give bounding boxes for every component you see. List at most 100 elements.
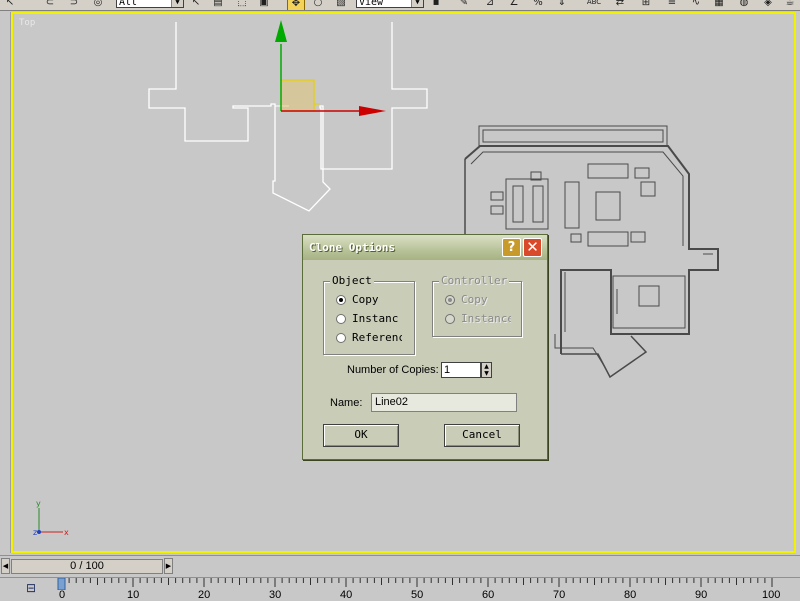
align-icon[interactable]: ⊞ — [640, 0, 652, 9]
chevron-down-icon: ▼ — [171, 0, 183, 7]
name-input[interactable]: Line02 — [371, 393, 517, 412]
manipulate-icon[interactable]: ✎ — [458, 0, 470, 9]
schematic-view-icon[interactable]: ▦ — [712, 0, 726, 9]
material-editor-icon[interactable]: ◍ — [738, 0, 750, 9]
selected-line-shape[interactable] — [148, 22, 428, 212]
ruler-label: 70 — [553, 589, 566, 601]
snap-icon[interactable]: ⊿ — [484, 0, 496, 9]
ruler-label: 10 — [127, 589, 140, 601]
gizmo-y-arrow[interactable] — [275, 20, 287, 42]
ruler-label: 0 — [59, 589, 66, 601]
radio-indicator — [336, 314, 346, 324]
close-icon: ✕ — [526, 238, 539, 256]
axis-y-label: y — [36, 499, 41, 508]
time-slider-value: 0 / 100 — [70, 560, 104, 572]
main-toolbar: ↖ ⊂ ⊃ ◎ All ▼ ↖ ▤ ⬚ ▣ ✥ ○ ▧ View ▼ ▪ ✎ ⊿… — [0, 0, 800, 11]
radio-label: Instance — [461, 312, 511, 325]
named-selection-icon[interactable]: ABC — [584, 0, 604, 9]
spinner-up-icon[interactable]: ▲ — [482, 363, 491, 370]
ruler-label: 90 — [695, 589, 708, 601]
track-bar-icon[interactable]: ⊟ — [22, 581, 40, 599]
name-label: Name: — [330, 397, 363, 409]
radio-indicator — [336, 333, 346, 343]
spinner-snap-icon[interactable]: ⇕ — [556, 0, 568, 9]
object-reference-radio[interactable]: Reference — [336, 331, 402, 345]
ruler-label: 40 — [340, 589, 353, 601]
axis-z-label: z — [33, 528, 37, 537]
selection-filter-value: All — [119, 0, 138, 8]
controller-copy-radio: Copy — [445, 293, 503, 307]
radio-indicator — [445, 314, 455, 324]
radio-label: Reference — [352, 331, 402, 344]
cancel-button-label: Cancel — [462, 428, 502, 441]
object-group: Object Copy Instance Reference — [323, 274, 415, 355]
gizmo-x-arrow[interactable] — [359, 106, 386, 116]
name-value: Line02 — [375, 396, 409, 408]
radio-label: Copy — [352, 293, 379, 306]
ruler-label: 50 — [411, 589, 424, 601]
axis-tripod: y x z — [33, 499, 69, 537]
angle-snap-icon[interactable]: ∠ — [508, 0, 520, 9]
object-copy-radio[interactable]: Copy — [336, 293, 398, 307]
render-icon[interactable]: ☕ — [784, 0, 796, 9]
object-instance-radio[interactable]: Instance — [336, 312, 398, 326]
scale-icon[interactable]: ▧ — [334, 0, 348, 9]
controller-group: Controller Copy Instance — [432, 274, 522, 337]
ruler-label: 80 — [624, 589, 637, 601]
object-group-legend: Object — [330, 274, 374, 287]
curve-editor-icon[interactable]: ∿ — [690, 0, 702, 9]
next-frame-icon[interactable]: ▶ — [164, 558, 173, 574]
region-select-icon[interactable]: ⬚ — [236, 0, 248, 9]
radio-indicator — [445, 295, 455, 305]
ok-button[interactable]: OK — [323, 424, 399, 447]
radio-indicator — [336, 295, 346, 305]
track-bar[interactable]: ⊟ 0 10 20 30 40 50 60 70 80 90 100 — [0, 577, 800, 601]
window-crossing-icon[interactable]: ▣ — [258, 0, 270, 9]
layer-icon[interactable]: ≡ — [666, 0, 678, 9]
controller-group-legend: Controller — [439, 274, 510, 287]
number-of-copies-spinner[interactable]: ▲ ▼ — [481, 362, 492, 378]
gizmo-plane-handle[interactable] — [280, 79, 315, 112]
ruler-label: 20 — [198, 589, 211, 601]
controller-instance-radio: Instance — [445, 312, 511, 326]
help-icon: ? — [507, 240, 516, 255]
axis-x-label: x — [64, 528, 69, 537]
number-of-copies-value: 1 — [444, 364, 451, 376]
track-ruler-ticks — [57, 578, 773, 590]
spinner-down-icon[interactable]: ▼ — [482, 370, 491, 377]
prev-frame-icon[interactable]: ◀ — [1, 558, 10, 574]
reference-coord-value: View — [359, 0, 384, 8]
close-button[interactable]: ✕ — [523, 238, 542, 257]
left-scrollbar[interactable] — [0, 12, 11, 553]
cancel-button[interactable]: Cancel — [444, 424, 520, 447]
time-slider-bar: ◀ 0 / 100 ▶ — [0, 555, 800, 577]
ok-button-label: OK — [354, 428, 368, 441]
pivot-icon[interactable]: ▪ — [428, 0, 444, 9]
select-by-name-icon[interactable]: ▤ — [212, 0, 224, 9]
ruler-label: 30 — [269, 589, 282, 601]
render-setup-icon[interactable]: ◈ — [762, 0, 774, 9]
percent-snap-icon[interactable]: % — [532, 0, 544, 9]
time-slider[interactable]: 0 / 100 — [11, 559, 163, 574]
select-object-icon[interactable]: ↖ — [190, 0, 202, 9]
help-button[interactable]: ? — [502, 238, 521, 257]
ruler-label: 60 — [482, 589, 495, 601]
dialog-title-bar[interactable]: Clone Options ? ✕ — [303, 235, 547, 260]
reference-coord-dropdown[interactable]: View ▼ — [356, 0, 424, 8]
number-of-copies-label: Number of Copies: — [347, 364, 439, 376]
ruler-label: 100 — [762, 589, 781, 601]
rotate-icon[interactable]: ○ — [312, 0, 324, 9]
number-of-copies-input[interactable]: 1 — [441, 362, 481, 378]
radio-label: Copy — [461, 293, 488, 306]
clone-options-dialog: Clone Options ? ✕ Object Copy Instance R… — [302, 234, 548, 460]
chevron-down-icon: ▼ — [411, 0, 423, 7]
bind-icon[interactable]: ◎ — [92, 0, 104, 9]
dialog-title: Clone Options — [309, 241, 396, 254]
mirror-icon[interactable]: ⇄ — [614, 0, 626, 9]
select-link-icon[interactable]: ⊂ — [44, 0, 56, 9]
unlink-icon[interactable]: ⊃ — [68, 0, 80, 9]
undo-icon[interactable]: ↖ — [4, 0, 16, 9]
radio-label: Instance — [352, 312, 398, 325]
move-icon[interactable]: ✥ — [287, 0, 305, 10]
selection-filter-dropdown[interactable]: All ▼ — [116, 0, 184, 8]
